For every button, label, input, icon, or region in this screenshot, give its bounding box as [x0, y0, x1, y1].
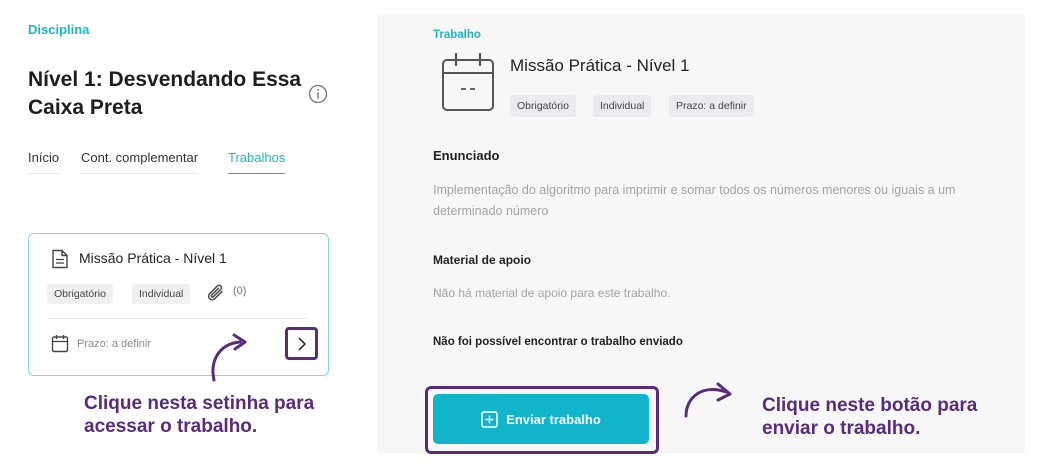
badge-individual: Individual — [593, 95, 652, 117]
assignment-title: Missão Prática - Nível 1 — [510, 56, 690, 75]
assignment-card[interactable]: Missão Prática - Nível 1 Obrigatório Ind… — [28, 233, 329, 376]
hint-send-assignment: Clique neste botão para enviar o trabalh… — [762, 395, 978, 439]
attachments-count: (0) — [233, 285, 247, 297]
course-title: Nível 1: Desvendando Essa Caixa Preta — [28, 68, 302, 119]
section-label: Trabalho — [433, 29, 481, 41]
badge-individual: Individual — [132, 284, 191, 304]
submission-status: Não foi possível encontrar o trabalho en… — [433, 336, 683, 348]
tab-bar: Início Cont. complementar Trabalhos — [28, 150, 328, 178]
calendar-icon — [51, 335, 69, 353]
annotation-arrow-icon — [684, 382, 732, 418]
plus-square-icon — [481, 410, 498, 428]
hint-open-assignment: Clique nesta setinha para acessar o trab… — [84, 393, 315, 437]
badge-obrigatorio: Obrigatório — [510, 95, 576, 117]
left-column: Disciplina Nível 1: Desvendando Essa Cai… — [0, 0, 360, 467]
material-heading: Material de apoio — [433, 253, 532, 267]
chevron-right-icon — [298, 337, 306, 350]
tab-trabalhos[interactable]: Trabalhos — [228, 150, 286, 174]
open-assignment-button[interactable] — [285, 327, 318, 360]
annotation-arrow-icon — [211, 333, 247, 382]
calendar-icon — [442, 52, 494, 111]
info-icon[interactable] — [308, 84, 328, 104]
send-assignment-button[interactable]: Enviar trabalho — [433, 394, 649, 444]
document-icon — [52, 249, 68, 269]
material-text: Não há material de apoio para este traba… — [433, 286, 671, 300]
discipline-label: Disciplina — [28, 22, 90, 37]
send-button-label: Enviar trabalho — [506, 411, 601, 427]
paperclip-icon — [207, 284, 223, 301]
badge-obrigatorio: Obrigatório — [47, 284, 113, 304]
card-deadline: Prazo: a definir — [77, 338, 151, 350]
card-divider — [47, 318, 308, 319]
card-title: Missão Prática - Nível 1 — [79, 250, 227, 266]
tab-inicio[interactable]: Início — [28, 150, 60, 174]
badge-deadline: Prazo: a definir — [669, 95, 754, 117]
enunciado-heading: Enunciado — [433, 148, 500, 163]
tab-cont-complementar[interactable]: Cont. complementar — [81, 150, 199, 174]
enunciado-text: Implementação do algoritmo para imprimir… — [433, 183, 956, 218]
